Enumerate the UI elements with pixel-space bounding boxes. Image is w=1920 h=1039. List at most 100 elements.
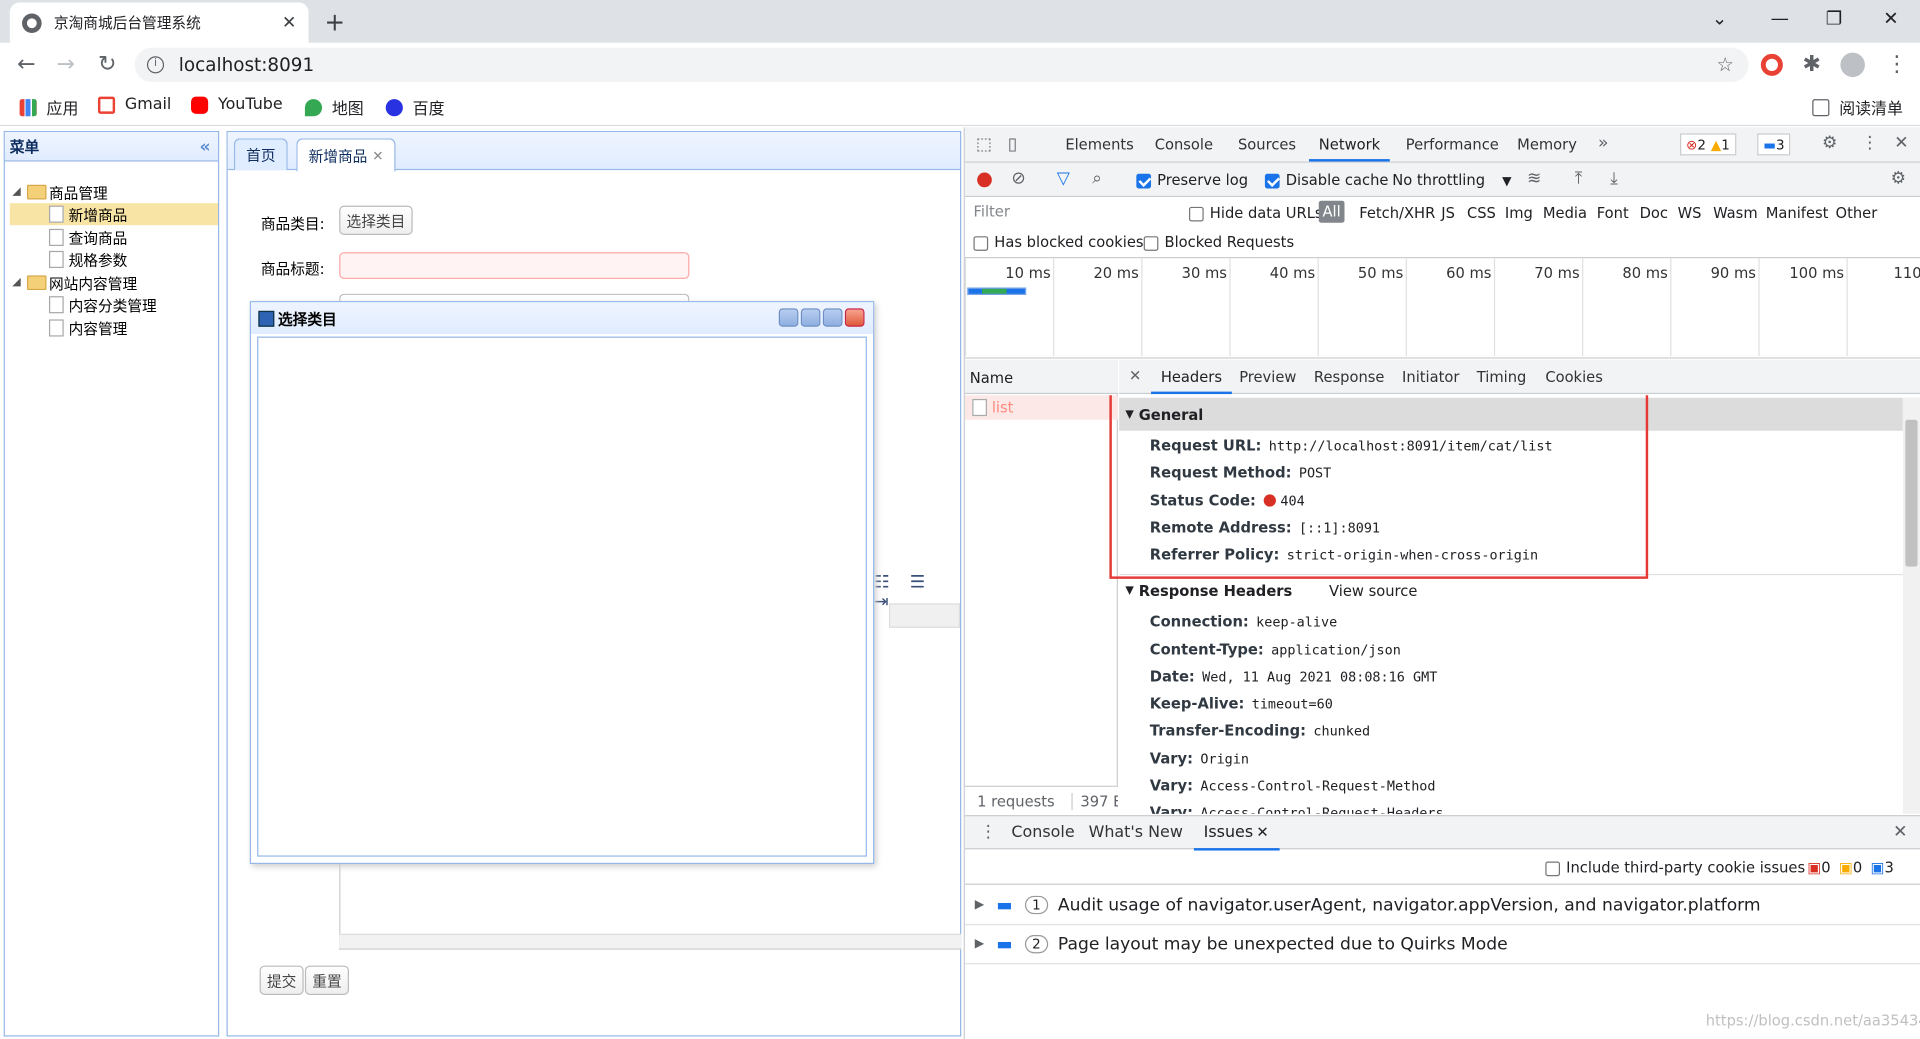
disable-cache-checkbox[interactable]: Disable cache <box>1264 171 1388 188</box>
filter-type-font[interactable]: Font <box>1597 204 1629 221</box>
tree-folder-goods[interactable]: ◢ 商品管理 <box>12 181 108 203</box>
browser-tab[interactable]: 京淘商城后台管理系统 ✕ <box>9 2 309 43</box>
tab-sources[interactable]: Sources <box>1228 127 1306 161</box>
extensions-puzzle-icon[interactable]: ✱ <box>1802 51 1820 77</box>
has-blocked-cookies-checkbox[interactable]: Has blocked cookies <box>973 234 1144 251</box>
import-har-icon[interactable]: ⤒ <box>1575 169 1583 189</box>
tree-item-add-goods[interactable]: 新增商品 <box>9 203 218 226</box>
filter-type-doc[interactable]: Doc <box>1640 204 1668 221</box>
profile-avatar-icon[interactable] <box>1840 52 1865 78</box>
expand-arrow-icon[interactable]: ◢ <box>12 277 27 289</box>
close-devtools-icon[interactable]: ✕ <box>1894 133 1908 153</box>
tab-headers[interactable]: Headers <box>1151 360 1232 395</box>
drawer-menu-icon[interactable]: ⋮ <box>980 822 997 842</box>
filter-type-img[interactable]: Img <box>1505 204 1533 221</box>
record-icon[interactable] <box>977 172 992 188</box>
filter-type-ws[interactable]: WS <box>1678 204 1702 221</box>
filter-input[interactable]: Filter <box>968 200 1175 226</box>
hide-data-urls-checkbox[interactable]: Hide data URLs <box>1188 204 1323 222</box>
bookmark-gmail[interactable]: Gmail <box>97 95 171 114</box>
tab-cookies[interactable]: Cookies <box>1536 360 1613 394</box>
info-counter[interactable]: ▬ 3 <box>1757 133 1791 156</box>
close-tool-icon[interactable] <box>844 308 865 327</box>
export-har-icon[interactable]: ⤓ <box>1610 169 1618 189</box>
settings-gear-icon[interactable]: ⚙ <box>1822 133 1837 153</box>
back-icon[interactable]: ← <box>17 51 35 77</box>
submit-button[interactable]: 提交 <box>259 965 304 995</box>
filter-type-xhr[interactable]: Fetch/XHR <box>1359 204 1435 221</box>
select-category-button[interactable]: 选择类目 <box>339 205 413 235</box>
bookmark-apps[interactable]: 应用 <box>19 95 78 119</box>
blocked-requests-checkbox[interactable]: Blocked Requests <box>1143 234 1294 251</box>
preserve-log-checkbox[interactable]: Preserve log <box>1136 171 1248 188</box>
tree-item-query-goods[interactable]: 查询商品 <box>48 226 127 248</box>
more-tabs-icon[interactable]: » <box>1598 133 1609 153</box>
tree-item-spec-params[interactable]: 规格参数 <box>48 248 127 270</box>
network-conditions-icon[interactable]: ≋ <box>1527 169 1541 189</box>
expand-arrow-icon[interactable]: ◢ <box>12 186 27 198</box>
forward-icon[interactable]: → <box>56 51 74 77</box>
drawer-tab-console[interactable]: Console <box>1002 816 1085 850</box>
tab-preview[interactable]: Preview <box>1229 360 1306 394</box>
scrollbar-thumb[interactable] <box>1905 419 1918 567</box>
minimize-icon[interactable]: — <box>1771 7 1789 29</box>
reset-button[interactable]: 重置 <box>304 965 350 995</box>
reload-icon[interactable]: ↻ <box>98 51 116 77</box>
issue-item[interactable]: ▶ ▬ 2 Page layout may be unexpected due … <box>964 925 1920 965</box>
maximize-tool-icon[interactable] <box>822 308 843 327</box>
tab-console[interactable]: Console <box>1145 127 1223 161</box>
clear-icon[interactable]: ⊘ <box>1011 169 1025 189</box>
tab-add-goods[interactable]: 新增商品 ✕ <box>296 138 396 172</box>
issue-item[interactable]: ▶ ▬ 1 Audit usage of navigator.userAgent… <box>964 886 1920 926</box>
bookmark-baidu[interactable]: 百度 <box>385 95 445 119</box>
tab-memory[interactable]: Memory <box>1507 127 1586 161</box>
close-detail-icon[interactable]: ✕ <box>1129 367 1141 384</box>
third-party-cookie-checkbox[interactable]: Include third-party cookie issues <box>1545 859 1805 876</box>
tab-network[interactable]: Network <box>1308 127 1390 162</box>
filter-icon[interactable]: ▽ <box>1057 169 1070 189</box>
close-window-icon[interactable]: ✕ <box>1883 7 1898 29</box>
throttling-select[interactable]: No throttling ▼ <box>1392 171 1511 188</box>
collapse-tool-icon[interactable] <box>778 308 799 327</box>
filter-type-all[interactable]: All <box>1318 200 1345 223</box>
response-headers-title[interactable]: ▼ Response Headers View source <box>1125 583 1417 600</box>
bookmark-star-icon[interactable]: ☆ <box>1716 53 1734 76</box>
bookmark-youtube[interactable]: YouTube <box>191 95 283 114</box>
filter-type-media[interactable]: Media <box>1543 204 1587 221</box>
menu-kebab-icon[interactable]: ⋮ <box>1886 51 1908 77</box>
drawer-tab-whats-new[interactable]: What's New <box>1079 816 1193 850</box>
filter-type-wasm[interactable]: Wasm <box>1713 204 1758 221</box>
name-column-header[interactable]: Name <box>964 359 1118 395</box>
maximize-icon[interactable]: ❐ <box>1826 7 1842 29</box>
goods-title-input[interactable] <box>339 252 690 280</box>
tab-response[interactable]: Response <box>1304 360 1394 394</box>
search-icon[interactable]: ⌕ <box>1092 169 1102 189</box>
close-issues-tab-icon[interactable]: ✕ <box>1256 824 1268 841</box>
tree-item-content-manage[interactable]: 内容管理 <box>48 317 127 339</box>
issues-counter[interactable]: ⊗ 2 ▲ 1 <box>1680 133 1736 156</box>
tab-performance[interactable]: Performance <box>1396 127 1509 161</box>
view-source-link[interactable]: View source <box>1329 583 1417 600</box>
site-info-icon[interactable]: i <box>146 56 165 74</box>
filter-type-manifest[interactable]: Manifest <box>1766 204 1829 221</box>
filter-type-css[interactable]: CSS <box>1467 204 1496 221</box>
collapse-icon[interactable]: « <box>200 136 211 156</box>
inspect-element-icon[interactable]: ⬚ <box>976 135 992 155</box>
extension-chrome-icon[interactable] <box>1760 53 1783 76</box>
tab-timing[interactable]: Timing <box>1467 360 1536 394</box>
close-drawer-icon[interactable]: ✕ <box>1893 822 1907 842</box>
reading-list[interactable]: 阅读清单 <box>1812 95 1903 119</box>
tree-folder-site-content[interactable]: ◢ 网站内容管理 <box>12 272 137 294</box>
devtools-menu-icon[interactable]: ⋮ <box>1861 133 1878 153</box>
bookmark-maps[interactable]: 地图 <box>304 95 364 119</box>
tab-initiator[interactable]: Initiator <box>1392 360 1469 394</box>
filter-type-js[interactable]: JS <box>1441 204 1455 221</box>
tab-elements[interactable]: Elements <box>1056 127 1144 161</box>
tab-search-icon[interactable]: ⌄ <box>1712 7 1727 29</box>
close-tab-icon[interactable]: ✕ <box>372 147 383 163</box>
close-tab-icon[interactable]: ✕ <box>282 13 296 33</box>
new-tab-icon[interactable]: + <box>324 7 345 36</box>
tab-home[interactable]: 首页 <box>233 138 288 171</box>
filter-type-other[interactable]: Other <box>1836 204 1878 221</box>
network-timeline[interactable]: 10 ms 20 ms 30 ms 40 ms 50 ms 60 ms 70 ms 80 ms… <box>964 258 1920 359</box>
